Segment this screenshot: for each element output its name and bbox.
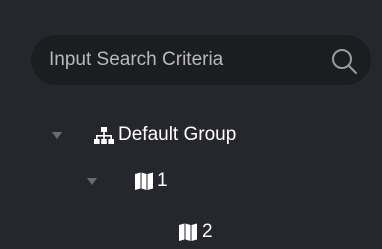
search-input[interactable] <box>49 35 319 85</box>
tree-node-1[interactable]: 1 <box>87 164 168 198</box>
tree-node-default-group[interactable]: Default Group <box>52 118 236 152</box>
expand-caret-icon[interactable] <box>87 177 97 185</box>
tree-node-label: 1 <box>157 170 168 191</box>
tree-node-label: Default Group <box>118 124 237 145</box>
org-chart-icon <box>94 127 114 144</box>
search-box[interactable] <box>31 35 371 85</box>
map-icon <box>179 223 197 241</box>
search-icon[interactable] <box>330 47 358 75</box>
tree-node-2[interactable]: 2 <box>177 215 213 249</box>
map-icon <box>135 172 153 190</box>
tree-node-label: 2 <box>202 221 213 242</box>
expand-caret-icon[interactable] <box>52 131 62 139</box>
